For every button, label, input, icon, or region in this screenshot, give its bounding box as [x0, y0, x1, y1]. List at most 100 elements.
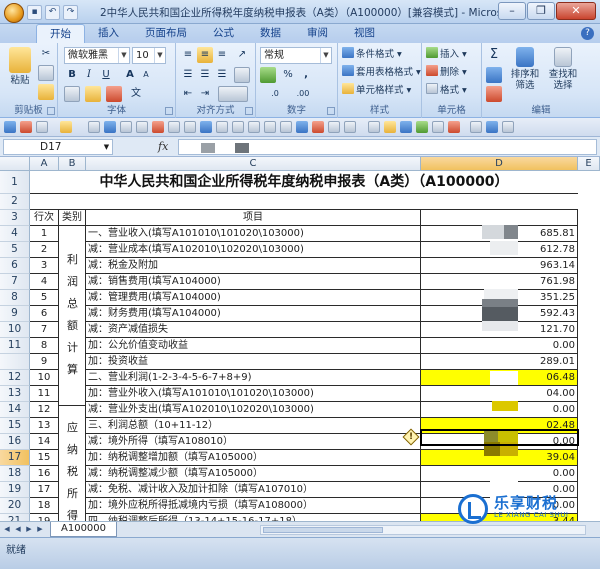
row-header[interactable]: 8 [0, 290, 30, 306]
cut-icon[interactable]: ✂ [38, 46, 54, 62]
tool-icon[interactable] [200, 121, 212, 133]
worksheet-grid[interactable]: A B C D E 1 2 3 中华人民共和国企业所得税年度纳税申报表（A类）（… [0, 157, 600, 521]
row-header[interactable]: 11 [0, 338, 30, 354]
tool-icon[interactable] [400, 121, 412, 133]
item-cell[interactable]: 加：纳税调整增加额（填写A105000） [86, 450, 421, 466]
tool-icon[interactable] [168, 121, 180, 133]
copy-icon[interactable] [38, 65, 54, 81]
sort-filter-button[interactable]: 排序和 筛选 [508, 47, 542, 91]
row-number-cell[interactable]: 16 [30, 466, 59, 482]
redo-icon[interactable]: ↷ [63, 5, 78, 20]
delete-cells-button[interactable]: 删除 ▾ [426, 65, 467, 81]
tool-icon[interactable] [432, 121, 444, 133]
font-size-combo[interactable]: 10 ▼ [132, 47, 166, 64]
row-number-cell[interactable]: 4 [30, 274, 59, 290]
comma-button[interactable]: , [298, 67, 314, 83]
help-icon[interactable]: ? [581, 27, 594, 40]
tool-icon[interactable] [120, 121, 132, 133]
paste-button[interactable]: 粘贴 [6, 47, 34, 86]
amount-cell[interactable]: 0.00 [421, 338, 578, 354]
tool-icon[interactable] [502, 121, 514, 133]
row-number-cell[interactable]: 10 [30, 370, 59, 386]
row-header[interactable]: 12 [0, 370, 30, 386]
row-header[interactable]: 1 [0, 171, 30, 194]
orientation-icon[interactable]: ↗ [234, 47, 250, 63]
name-box[interactable]: D17 ▼ [3, 139, 113, 155]
tab-page-layout[interactable]: 页面布局 [132, 24, 200, 43]
format-cells-button[interactable]: 格式 ▾ [426, 83, 467, 99]
increase-decimal-button[interactable]: .0 [264, 86, 286, 102]
row-number-cell[interactable]: 8 [30, 338, 59, 354]
formula-input[interactable] [178, 139, 597, 155]
tool-icon[interactable] [248, 121, 260, 133]
item-cell[interactable]: 加：投资收益 [86, 354, 421, 370]
conditional-format-button[interactable]: 条件格式 ▾ [342, 47, 402, 63]
align-center-icon[interactable]: ☰ [197, 67, 213, 83]
scroll-thumb[interactable] [263, 527, 383, 533]
horizontal-scrollbar[interactable] [260, 525, 586, 535]
currency-icon[interactable] [260, 67, 276, 83]
amount-cell[interactable]: 761.98 [421, 274, 578, 290]
cell-styles-button[interactable]: 单元格样式 ▾ [342, 83, 411, 99]
tool-icon[interactable] [344, 121, 356, 133]
row-header[interactable]: 13 [0, 386, 30, 402]
next-sheet-icon[interactable]: ▶ [24, 524, 34, 535]
row-header[interactable]: 2 [0, 194, 30, 210]
column-header-e[interactable]: E [578, 157, 600, 171]
row-number-cell[interactable]: 1 [30, 226, 59, 242]
tool-icon[interactable] [232, 121, 244, 133]
blank-row[interactable] [30, 194, 578, 210]
item-cell[interactable]: 减：销售费用(填写A104000) [86, 274, 421, 290]
number-format-combo[interactable]: 常规 ▼ [260, 47, 332, 64]
row-header[interactable]: 9 [0, 306, 30, 322]
border-icon[interactable] [64, 86, 80, 102]
item-cell[interactable]: 减：管理费用(填写A104000) [86, 290, 421, 306]
fill-color-icon[interactable] [85, 86, 101, 102]
bold-button[interactable]: B [64, 67, 80, 83]
wrap-text-icon[interactable] [234, 67, 250, 83]
percent-button[interactable]: % [280, 67, 296, 83]
header-row-num[interactable]: 行次 [30, 210, 59, 226]
row-number-cell[interactable]: 18 [30, 498, 59, 514]
row-number-cell[interactable]: 15 [30, 450, 59, 466]
row-number-cell[interactable]: 7 [30, 322, 59, 338]
underline-button[interactable]: U [98, 67, 114, 83]
row-header[interactable]: 20 [0, 498, 30, 514]
align-middle-icon[interactable]: ≡ [197, 47, 213, 63]
item-cell[interactable]: 减：营业成本(填写A102010\102020\103000) [86, 242, 421, 258]
tool-icon[interactable] [280, 121, 292, 133]
row-number-cell[interactable]: 9 [30, 354, 59, 370]
tool-icon[interactable] [216, 121, 228, 133]
row-number-cell[interactable]: 5 [30, 290, 59, 306]
column-header-d[interactable]: D [421, 157, 578, 171]
item-cell[interactable]: 四、纳税调整后所得（13-14+15-16-17+18） [86, 514, 421, 521]
item-cell[interactable]: 减：境外所得（填写A108010） [86, 434, 421, 450]
tool-icon[interactable] [4, 121, 16, 133]
row-header[interactable]: 7 [0, 274, 30, 290]
tool-icon[interactable] [104, 121, 116, 133]
tool-icon[interactable] [36, 121, 48, 133]
italic-button[interactable]: I [81, 67, 97, 83]
undo-icon[interactable]: ↶ [45, 5, 60, 20]
tool-icon[interactable] [20, 121, 32, 133]
phonetic-button[interactable]: 文 [128, 86, 144, 102]
office-button[interactable] [4, 3, 24, 23]
close-button[interactable]: ✕ [556, 2, 596, 20]
column-header-c[interactable]: C [86, 157, 421, 171]
amount-cell[interactable]: 963.14 [421, 258, 578, 274]
insert-cells-button[interactable]: 插入 ▾ [426, 47, 467, 63]
decrease-decimal-button[interactable]: .00 [290, 86, 316, 102]
tab-insert[interactable]: 插入 [85, 24, 132, 43]
header-category[interactable]: 类别 [59, 210, 86, 226]
tool-icon[interactable] [486, 121, 498, 133]
row-header[interactable]: 15 [0, 418, 30, 434]
row-number-cell[interactable]: 13 [30, 418, 59, 434]
item-cell[interactable]: 三、利润总额（10+11-12） [86, 418, 421, 434]
tab-view[interactable]: 视图 [341, 24, 388, 43]
save-icon[interactable]: ▪ [27, 5, 42, 20]
align-left-icon[interactable]: ☰ [180, 67, 196, 83]
font-name-combo[interactable]: 微软雅黑 ▼ [64, 47, 130, 64]
row-header[interactable]: 19 [0, 482, 30, 498]
last-sheet-icon[interactable]: ▶ [35, 524, 45, 535]
amount-cell[interactable]: 289.01 [421, 354, 578, 370]
